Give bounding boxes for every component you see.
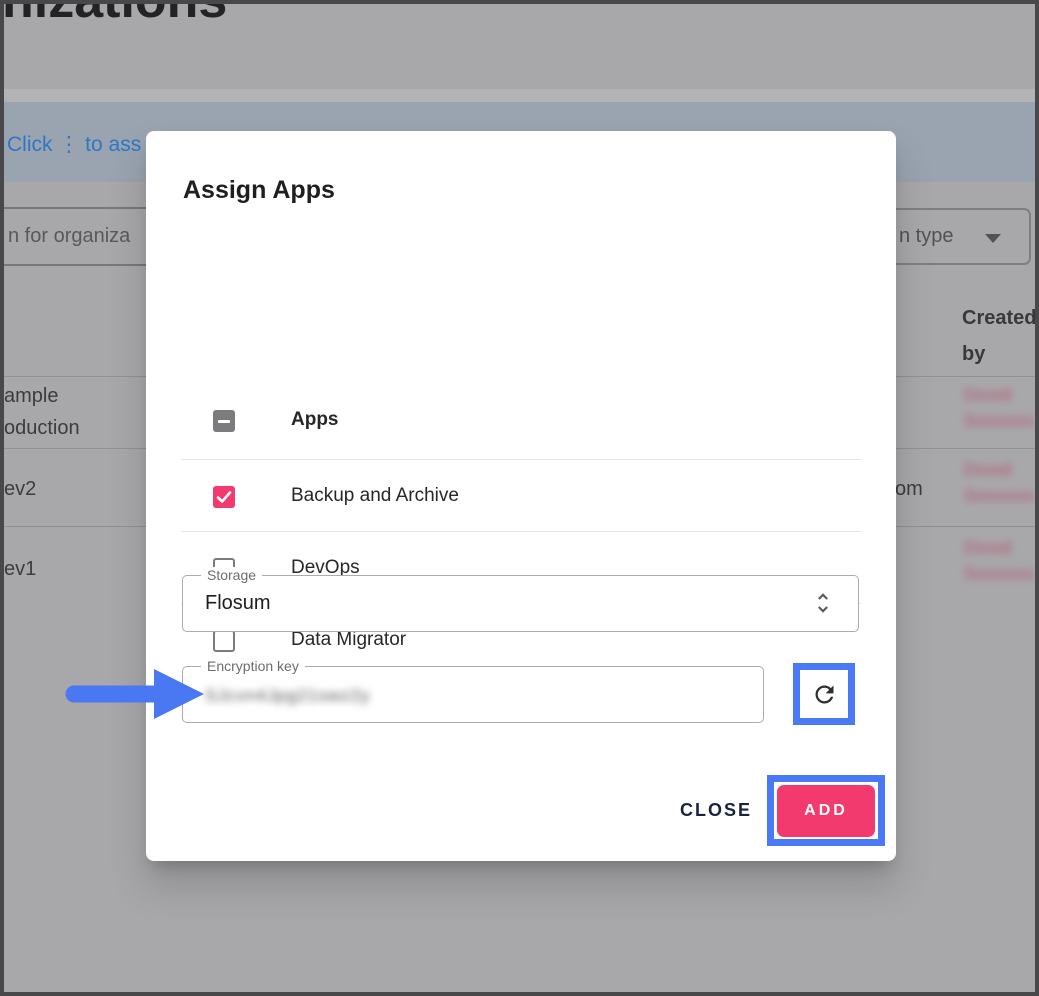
add-highlight-box: ADD [767,775,885,846]
storage-selected-value: Flosum [205,592,271,615]
table-row-org-name: ev2 [4,473,36,505]
regenerate-key-button[interactable] [800,670,848,718]
organization-search-text: n for organiza [8,225,130,248]
assign-hint-text: Click ⋮ to ass [7,132,141,157]
add-button[interactable]: ADD [777,785,875,837]
org-name-line: oduction [4,412,80,444]
encryption-key-field[interactable]: Encryption key SJcvn4Jpg21swz2y [182,666,764,723]
organization-type-value: n type [899,225,953,248]
header-divider-strip [4,89,1035,102]
checkbox-unchecked-icon[interactable] [213,630,235,652]
created-by-redacted: Dxxxd Sxxxxxxx [964,382,1039,434]
assign-apps-dialog: Assign Apps Apps Backup and Archive DevO… [146,131,896,861]
created-by-redacted: Dxxxd Sxxxxxxx [964,535,1039,587]
storage-field-label: Storage [201,567,262,583]
encryption-key-value-redacted: SJcvn4Jpg21swz2y [205,686,370,706]
refresh-highlight-box [793,663,855,725]
checkbox-row-data-migrator[interactable]: Data Migrator [146,630,896,654]
org-name-line: ample [4,380,80,412]
screenshot-root: nizations Click ⋮ to ass n for organiza … [0,0,1039,996]
checkbox-label: Backup and Archive [291,485,459,507]
page-title-partial: nizations [2,0,227,30]
caret-down-icon [985,234,1001,243]
checkbox-indeterminate-icon[interactable] [213,410,235,432]
table-row-org-name: ev1 [4,553,36,585]
storage-select[interactable]: Storage Flosum [182,575,859,632]
checkbox-checked-icon[interactable] [213,486,235,508]
close-button[interactable]: CLOSE [671,793,761,827]
unfold-more-icon[interactable] [810,590,836,621]
refresh-icon [811,681,838,708]
checkbox-row-backup-and-archive[interactable]: Backup and Archive [146,486,896,510]
table-row-org-name: ample oduction [4,380,80,444]
encryption-key-label: Encryption key [201,658,305,674]
list-divider [181,459,861,460]
checkbox-row-apps[interactable]: Apps [146,410,896,434]
checkbox-label: Apps [291,409,339,431]
list-divider [181,531,861,532]
dialog-title: Assign Apps [183,176,335,205]
created-by-redacted: Dxxxd Sxxxxxxx [964,457,1039,509]
checkbox-label: Data Migrator [291,629,406,651]
org-url-fragment: om [895,473,923,505]
created-by-column-header: Created by [962,300,1039,372]
callout-arrow-right [62,662,210,726]
